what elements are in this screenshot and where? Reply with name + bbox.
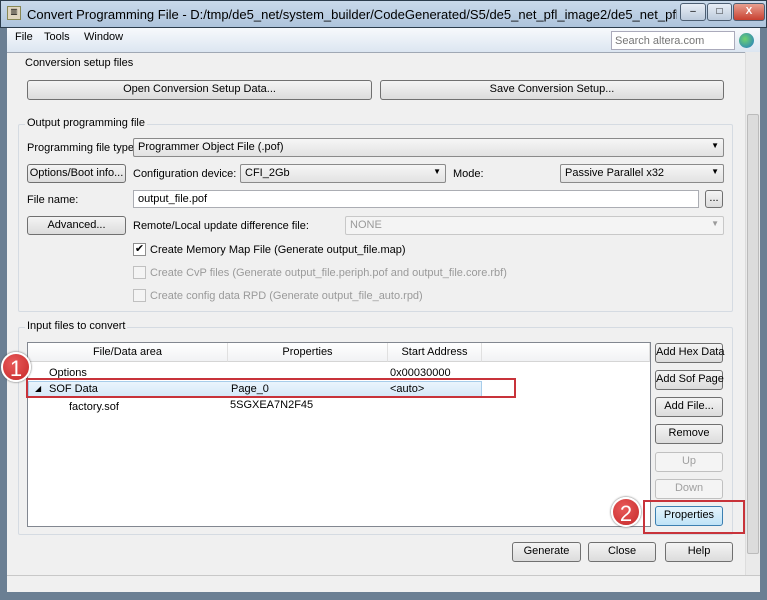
globe-icon[interactable] — [739, 33, 754, 48]
save-conversion-setup-button[interactable]: Save Conversion Setup... — [380, 80, 724, 100]
row-name: factory.sof — [69, 401, 119, 413]
cvp-files-checkbox[interactable] — [133, 266, 146, 279]
remote-value: NONE — [350, 219, 382, 231]
config-device-label: Configuration device: — [133, 168, 237, 180]
down-button[interactable]: Down — [655, 479, 723, 499]
file-name-input[interactable]: output_file.pof — [133, 190, 699, 208]
rpd-checkbox[interactable] — [133, 289, 146, 302]
programming-file-type-select[interactable]: Programmer Object File (.pof) ▼ — [133, 138, 724, 157]
menu-tools[interactable]: Tools — [44, 31, 70, 43]
configuration-device-select[interactable]: CFI_2Gb ▼ — [240, 164, 446, 183]
help-button[interactable]: Help — [665, 542, 733, 562]
type-value: Programmer Object File (.pof) — [138, 141, 284, 153]
menu-window[interactable]: Window — [84, 31, 123, 43]
up-button[interactable]: Up — [655, 452, 723, 472]
conversion-setup-label: Conversion setup files — [25, 57, 134, 69]
status-bar — [7, 575, 760, 592]
add-file-button[interactable]: Add File... — [655, 397, 723, 417]
column-header-address[interactable]: Start Address — [388, 343, 482, 362]
remote-update-select[interactable]: NONE ▼ — [345, 216, 724, 235]
dropdown-arrow-icon: ▼ — [711, 219, 719, 228]
generate-button[interactable]: Generate — [512, 542, 581, 562]
dropdown-arrow-icon: ▼ — [433, 167, 441, 176]
browse-button[interactable]: ... — [705, 190, 723, 208]
table-row[interactable]: factory.sof 5SGXEA7N2F45 — [28, 399, 650, 416]
mode-select[interactable]: Passive Parallel x32 ▼ — [560, 164, 724, 183]
minimize-button[interactable]: – — [680, 3, 706, 21]
open-conversion-setup-button[interactable]: Open Conversion Setup Data... — [27, 80, 372, 100]
annotation-box-2 — [643, 500, 745, 534]
add-sof-page-button[interactable]: Add Sof Page — [655, 370, 724, 390]
memory-map-label: Create Memory Map File (Generate output_… — [150, 244, 406, 256]
advanced-button[interactable]: Advanced... — [27, 216, 126, 235]
remove-button[interactable]: Remove — [655, 424, 723, 444]
scrollbar-thumb[interactable] — [747, 114, 759, 554]
type-label: Programming file type: — [27, 142, 138, 154]
menu-file[interactable]: File — [15, 31, 33, 43]
rpd-label: Create config data RPD (Generate output_… — [150, 290, 423, 302]
close-window-button[interactable]: X — [733, 3, 765, 21]
input-group-label: Input files to convert — [25, 320, 128, 332]
options-boot-info-button[interactable]: Options/Boot info... — [27, 164, 126, 183]
memory-map-checkbox[interactable]: ✔ — [133, 243, 146, 256]
row-properties: 5SGXEA7N2F45 — [230, 399, 314, 411]
input-files-table: File/Data area Properties Start Address … — [27, 342, 651, 527]
add-hex-data-button[interactable]: Add Hex Data — [655, 343, 724, 363]
annotation-step-1: 1 — [1, 352, 31, 382]
title-bar: ▥ Convert Programming File - D:/tmp/de5_… — [0, 0, 767, 28]
cvp-files-label: Create CvP files (Generate output_file.p… — [150, 267, 507, 279]
annotation-step-2: 2 — [611, 497, 641, 527]
window-title: Convert Programming File - D:/tmp/de5_ne… — [27, 7, 677, 22]
search-input[interactable] — [611, 31, 735, 50]
column-header-properties[interactable]: Properties — [228, 343, 388, 362]
mode-label: Mode: — [453, 168, 484, 180]
column-header-file[interactable]: File/Data area — [28, 343, 228, 362]
vertical-scrollbar[interactable] — [745, 52, 760, 575]
close-button[interactable]: Close — [588, 542, 656, 562]
dropdown-arrow-icon: ▼ — [711, 141, 719, 150]
annotation-box-1 — [26, 378, 516, 398]
config-value: CFI_2Gb — [245, 167, 290, 179]
mode-value: Passive Parallel x32 — [565, 167, 665, 179]
maximize-button[interactable]: □ — [707, 3, 732, 21]
column-header-empty — [482, 343, 650, 362]
dropdown-arrow-icon: ▼ — [711, 167, 719, 176]
output-group-label: Output programming file — [25, 117, 147, 129]
file-name-label: File name: — [27, 194, 79, 206]
app-icon: ▥ — [7, 6, 21, 20]
remote-update-label: Remote/Local update difference file: — [133, 220, 309, 232]
